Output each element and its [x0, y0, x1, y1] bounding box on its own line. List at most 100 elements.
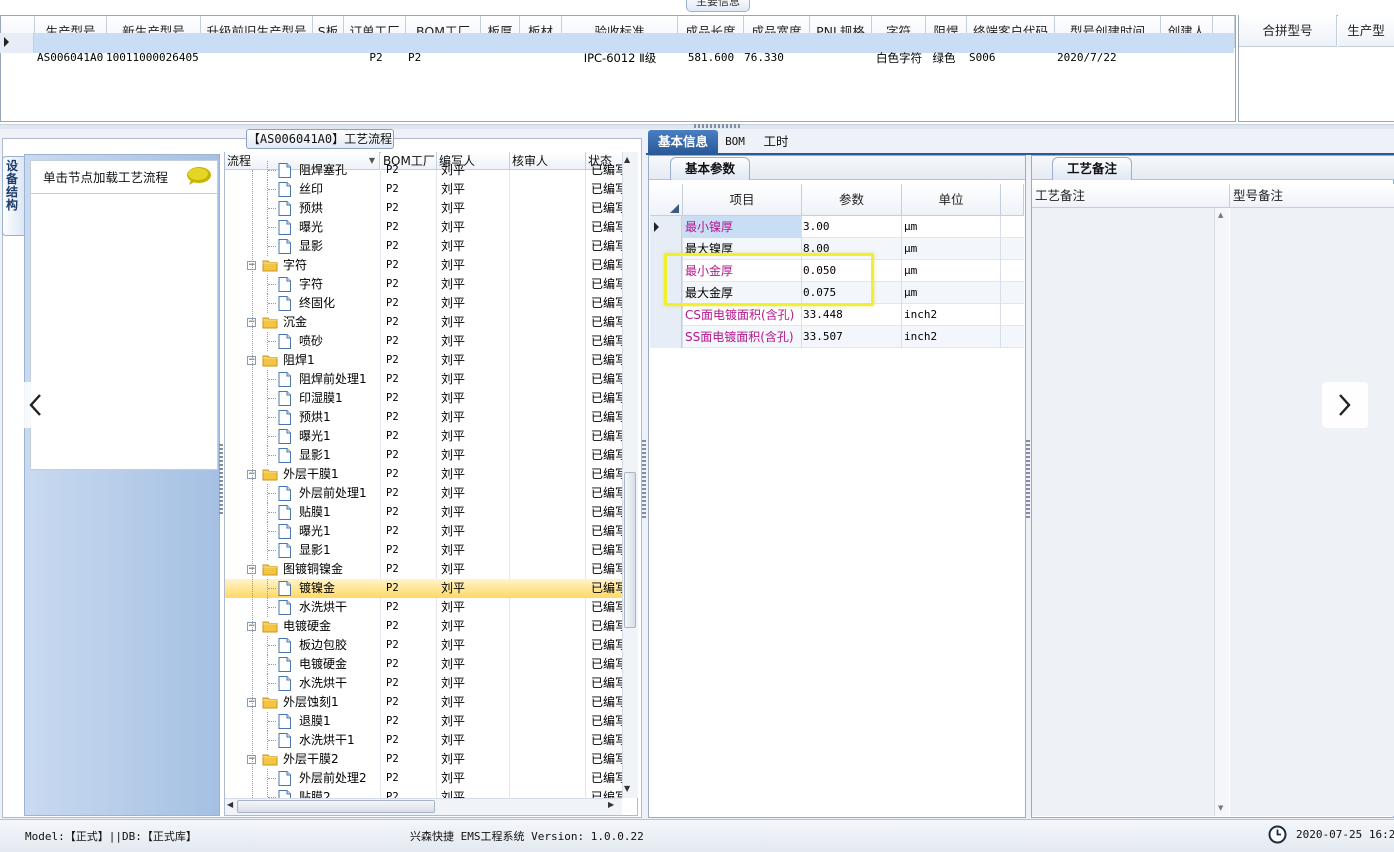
merged-prod-model-header[interactable]: 生产型 — [1338, 15, 1394, 47]
tree-row[interactable]: 曝光 P2 刘平 已编写 — [225, 218, 622, 237]
tree-row[interactable]: 外层前处理1 P2 刘平 已编写 — [225, 484, 622, 503]
tree-row[interactable]: 板边包胶 P2 刘平 已编写 — [225, 636, 622, 655]
cell-creator[interactable] — [1161, 48, 1213, 68]
tree-node-label[interactable]: 镀镍金 — [299, 579, 380, 598]
scroll-down-icon[interactable]: ▼ — [624, 784, 630, 793]
param-value[interactable]: 33.507 — [803, 326, 899, 348]
cell-char[interactable]: 白色字符 — [872, 48, 926, 68]
remark-scrollbar[interactable] — [1214, 208, 1229, 816]
tree-row[interactable]: 终固化 P2 刘平 已编写 — [225, 294, 622, 313]
tree-row[interactable]: 曝光1 P2 刘平 已编写 — [225, 427, 622, 446]
params-header-value[interactable]: 参数 — [802, 184, 902, 216]
tree-row[interactable]: 显影1 P2 刘平 已编写 — [225, 446, 622, 465]
tree-node-label[interactable]: 显影 — [299, 237, 380, 256]
tree-node-label[interactable]: 板边包胶 — [299, 636, 380, 655]
tree-node-label[interactable]: 终固化 — [299, 294, 380, 313]
tree-node-label[interactable]: 退膜1 — [299, 712, 380, 731]
tree-row[interactable]: − 外层蚀刻1 P2 刘平 已编写 — [225, 693, 622, 712]
tree-node-label[interactable]: 预烘 — [299, 199, 380, 218]
cell-order-factory[interactable]: P2 — [346, 48, 406, 68]
tree-node-label[interactable]: 电镀硬金 — [299, 655, 380, 674]
param-item[interactable]: CS面电镀面积(含孔) — [685, 304, 800, 326]
tree-vertical-thumb[interactable] — [624, 472, 636, 628]
tree-node-label[interactable]: 字符 — [299, 275, 380, 294]
previous-arrow-icon[interactable] — [13, 382, 55, 428]
tab-process-remarks[interactable]: 工艺备注 — [1052, 157, 1132, 180]
tree-node-label[interactable]: 显影1 — [299, 541, 380, 560]
cell-pnl[interactable] — [810, 48, 872, 68]
cell-old-model[interactable] — [201, 48, 313, 68]
scroll-left-icon[interactable]: ◀ — [227, 800, 233, 809]
tree-node-label[interactable]: 曝光 — [299, 218, 380, 237]
tree-row[interactable]: − 外层干膜2 P2 刘平 已编写 — [225, 750, 622, 769]
tree-node-label[interactable]: 显影1 — [299, 446, 380, 465]
tree-row[interactable]: 曝光1 P2 刘平 已编写 — [225, 522, 622, 541]
process-remark-textarea[interactable] — [1032, 208, 1229, 816]
tree-node-label[interactable]: 外层前处理1 — [299, 484, 380, 503]
tree-node-label[interactable]: 阻焊前处理1 — [299, 370, 380, 389]
tree-horizontal-thumb[interactable] — [237, 800, 435, 813]
cell-length[interactable]: 581.600 — [678, 48, 744, 68]
tree-row[interactable]: − 沉金 P2 刘平 已编写 — [225, 313, 622, 332]
tab-bom[interactable]: BOM — [720, 130, 750, 153]
tree-node-label[interactable]: 外层蚀刻1 — [283, 693, 380, 712]
param-value[interactable]: 3.00 — [803, 216, 899, 238]
tree-node-label[interactable]: 贴膜1 — [299, 503, 380, 522]
right-splitter-grip-icon[interactable] — [1026, 440, 1030, 520]
tree-row[interactable]: 印湿膜1 P2 刘平 已编写 — [225, 389, 622, 408]
tree-row[interactable]: − 电镀硬金 P2 刘平 已编写 — [225, 617, 622, 636]
tree-row[interactable]: 镀镍金 P2 刘平 已编写 — [225, 579, 622, 598]
tree-splitter-grip-icon[interactable] — [219, 444, 223, 514]
tree-row[interactable]: 阻焊前处理1 P2 刘平 已编写 — [225, 370, 622, 389]
cell-prod-model[interactable]: AS006041A0 — [37, 48, 107, 68]
tree-node-label[interactable]: 外层干膜2 — [283, 750, 380, 769]
param-item[interactable]: 最小镍厚 — [685, 216, 800, 238]
cell-standard[interactable]: IPC-6012 Ⅱ级 — [562, 48, 678, 68]
tree-node-label[interactable]: 水洗烘干 — [299, 674, 380, 693]
tree-node-label[interactable]: 外层干膜1 — [283, 465, 380, 484]
tree-node-label[interactable]: 水洗烘干1 — [299, 731, 380, 750]
cell-customer[interactable]: S006 — [969, 48, 1029, 68]
next-arrow-icon[interactable] — [1322, 382, 1368, 428]
tab-basic-params[interactable]: 基本参数 — [670, 157, 750, 180]
tree-node-label[interactable]: 字符 — [283, 256, 380, 275]
tree-node-label[interactable]: 电镀硬金 — [283, 617, 380, 636]
cell-created[interactable]: 2020/7/22 — [1057, 48, 1161, 68]
tree-node-label[interactable]: 曝光1 — [299, 427, 380, 446]
tree-row[interactable]: − 外层干膜1 P2 刘平 已编写 — [225, 465, 622, 484]
tree-row[interactable]: 水洗烘干1 P2 刘平 已编写 — [225, 731, 622, 750]
cell-s-board[interactable] — [313, 48, 344, 68]
cell-bom-factory[interactable]: P2 — [408, 48, 428, 68]
param-item[interactable]: SS面电镀面积(含孔) — [685, 326, 800, 348]
tree-row[interactable]: 贴膜1 P2 刘平 已编写 — [225, 503, 622, 522]
scroll-up-icon[interactable]: ▲ — [1218, 211, 1223, 219]
tree-row[interactable]: 字符 P2 刘平 已编写 — [225, 275, 622, 294]
cell-material[interactable] — [520, 48, 562, 68]
scroll-down-icon[interactable]: ▼ — [1218, 804, 1223, 812]
tree-row[interactable]: 显影 P2 刘平 已编写 — [225, 237, 622, 256]
tree-row[interactable]: 外层前处理2 P2 刘平 已编写 — [225, 769, 622, 788]
param-value[interactable]: 33.448 — [803, 304, 899, 326]
tree-row[interactable]: 电镀硬金 P2 刘平 已编写 — [225, 655, 622, 674]
cell-width[interactable]: 76.330 — [744, 48, 784, 68]
tree-node-label[interactable]: 印湿膜1 — [299, 389, 380, 408]
splitter-grip-icon[interactable] — [694, 124, 742, 128]
cell-mask[interactable]: 绿色 — [926, 48, 962, 68]
scroll-right-icon[interactable]: ▶ — [608, 800, 614, 809]
tree-row[interactable]: 喷砂 P2 刘平 已编写 — [225, 332, 622, 351]
merged-model-header[interactable]: 合拼型号 — [1239, 15, 1337, 47]
params-header-unit[interactable]: 单位 — [902, 184, 1001, 216]
tree-row[interactable]: 阻焊塞孔 P2 刘平 已编写 — [225, 161, 622, 180]
tree-node-label[interactable]: 外层前处理2 — [299, 769, 380, 788]
tree-row[interactable]: − 字符 P2 刘平 已编写 — [225, 256, 622, 275]
tree-row[interactable]: 丝印 P2 刘平 已编写 — [225, 180, 622, 199]
tree-row[interactable]: 预烘 P2 刘平 已编写 — [225, 199, 622, 218]
tree-row[interactable]: 显影1 P2 刘平 已编写 — [225, 541, 622, 560]
tree-node-label[interactable]: 喷砂 — [299, 332, 380, 351]
tree-node-label[interactable]: 图镀铜镍金 — [283, 560, 380, 579]
tree-node-label[interactable]: 曝光1 — [299, 522, 380, 541]
tree-node-label[interactable]: 丝印 — [299, 180, 380, 199]
tree-row[interactable]: 退膜1 P2 刘平 已编写 — [225, 712, 622, 731]
tree-node-label[interactable]: 阻焊1 — [283, 351, 380, 370]
tree-row[interactable]: 预烘1 P2 刘平 已编写 — [225, 408, 622, 427]
